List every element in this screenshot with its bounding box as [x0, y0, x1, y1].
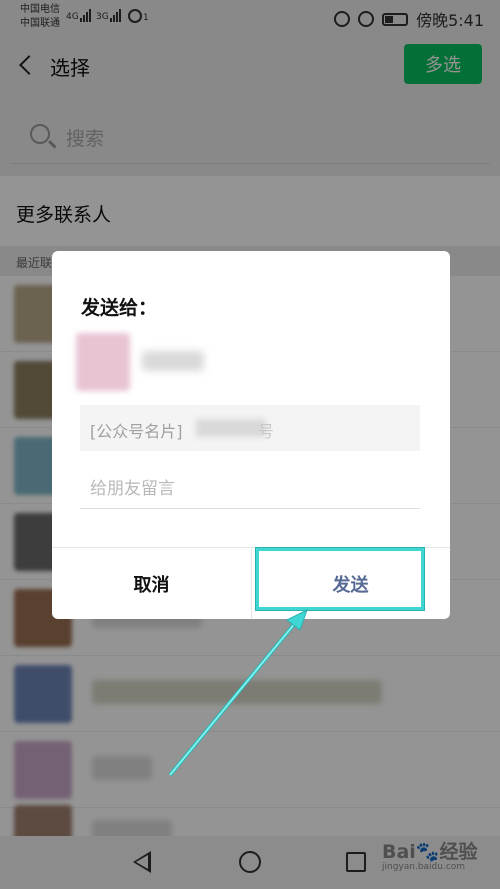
- pointer-arrow-icon: [168, 609, 308, 777]
